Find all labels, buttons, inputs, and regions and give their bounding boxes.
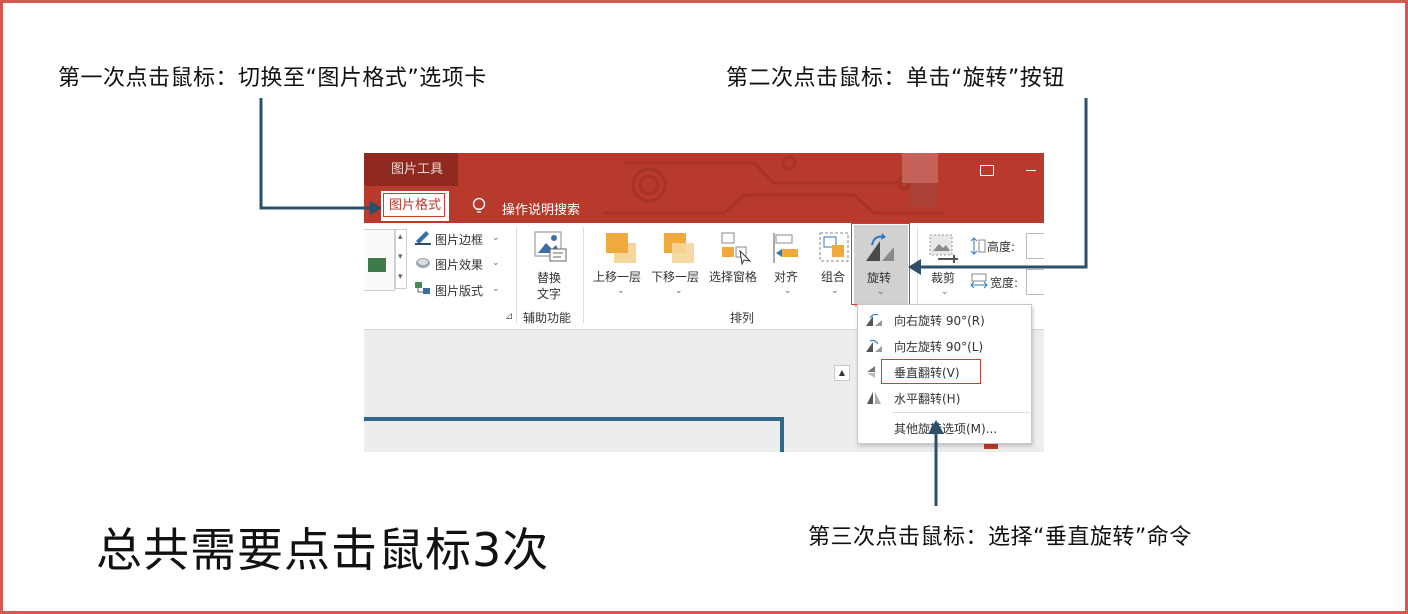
arrowhead-step2 <box>908 259 921 275</box>
arrowhead-step3 <box>928 420 944 434</box>
annotation-arrows <box>259 98 1088 506</box>
arrow-step2 <box>920 98 1088 269</box>
arrowhead-step1 <box>370 201 382 215</box>
arrow-step1 <box>259 98 372 210</box>
